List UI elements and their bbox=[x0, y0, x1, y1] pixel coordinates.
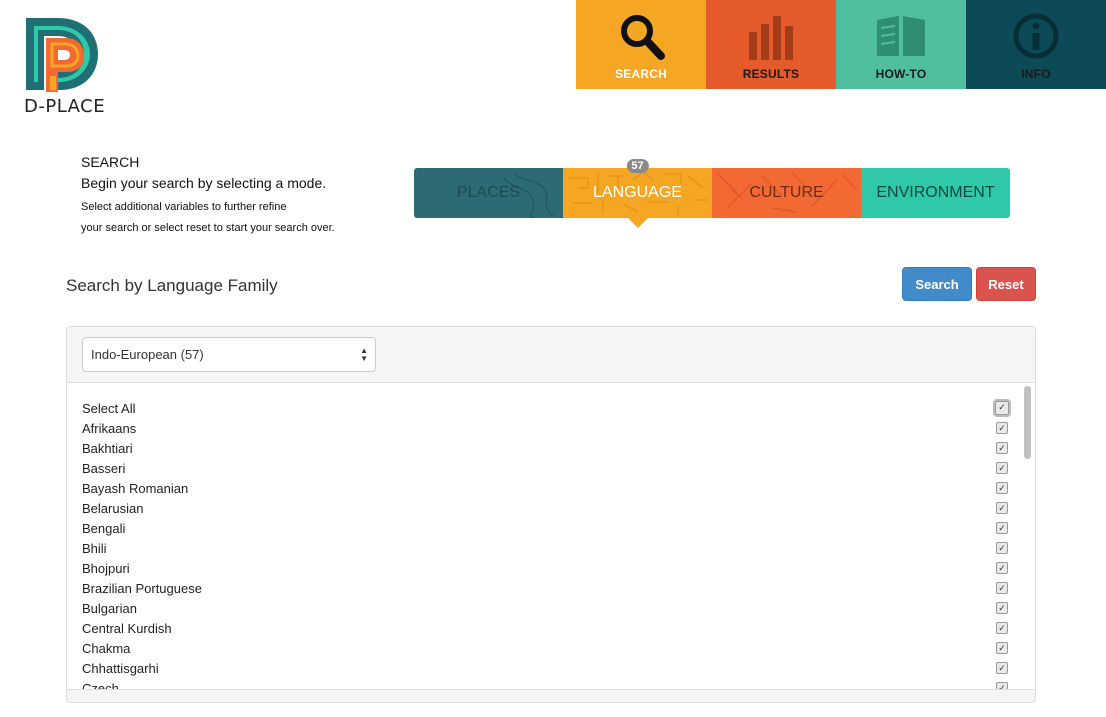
search-lead: Begin your search by selecting a mode. bbox=[81, 175, 327, 191]
panel-header: Indo-European (57) ▲ ▼ bbox=[67, 327, 1035, 383]
language-row[interactable]: Chhattisgarhi ✓ bbox=[82, 658, 1008, 678]
main-nav: SEARCH RESULTS HOW-TO INFO bbox=[576, 0, 1106, 89]
language-name: Chakma bbox=[82, 640, 131, 656]
language-row[interactable]: Bhojpuri ✓ bbox=[82, 558, 1008, 578]
language-name: Central Kurdish bbox=[82, 620, 172, 636]
tab-culture-label: CULTURE bbox=[749, 184, 824, 201]
language-name: Afrikaans bbox=[82, 420, 137, 436]
select-arrows-icon: ▲ ▼ bbox=[360, 346, 368, 363]
language-checkbox[interactable]: ✓ bbox=[996, 622, 1008, 634]
search-intro: SEARCH Begin your search by selecting a … bbox=[81, 154, 401, 239]
tab-environment[interactable]: ENVIRONMENT bbox=[861, 168, 1010, 218]
search-help-line-1: Select additional variables to further r… bbox=[81, 201, 287, 213]
language-name: Belarusian bbox=[82, 500, 144, 516]
search-button[interactable]: Search bbox=[902, 267, 972, 301]
language-name: Bengali bbox=[82, 520, 126, 536]
language-checkbox[interactable]: ✓ bbox=[996, 522, 1008, 534]
language-checkbox[interactable]: ✓ bbox=[996, 482, 1008, 494]
language-row[interactable]: Basseri ✓ bbox=[82, 458, 1008, 478]
select-all-label: Select All bbox=[82, 400, 136, 416]
language-checkbox[interactable]: ✓ bbox=[996, 582, 1008, 594]
language-family-select-value: Indo-European (57) bbox=[91, 347, 204, 362]
language-name: Bakhtiari bbox=[82, 440, 133, 456]
nav-how-to[interactable]: HOW-TO bbox=[836, 0, 966, 89]
tab-places-label: PLACES bbox=[456, 184, 521, 201]
language-row[interactable]: Brazilian Portuguese ✓ bbox=[82, 578, 1008, 598]
language-row[interactable]: Belarusian ✓ bbox=[82, 498, 1008, 518]
panel-footer bbox=[67, 689, 1035, 702]
d-place-logo[interactable]: D-PLACE bbox=[22, 16, 112, 117]
language-row[interactable]: Bakhtiari ✓ bbox=[82, 438, 1008, 458]
language-checkbox[interactable]: ✓ bbox=[996, 502, 1008, 514]
language-checkbox[interactable]: ✓ bbox=[996, 442, 1008, 454]
language-checkbox[interactable]: ✓ bbox=[996, 462, 1008, 474]
language-checkbox[interactable]: ✓ bbox=[996, 422, 1008, 434]
brand-name: D-PLACE bbox=[24, 96, 106, 117]
reset-button[interactable]: Reset bbox=[976, 267, 1036, 301]
language-row[interactable]: Bulgarian ✓ bbox=[82, 598, 1008, 618]
tab-environment-label: ENVIRONMENT bbox=[876, 184, 995, 201]
info-icon bbox=[1012, 12, 1060, 65]
bar-chart-icon bbox=[747, 12, 795, 65]
magnifier-icon bbox=[617, 12, 665, 65]
nav-results[interactable]: RESULTS bbox=[706, 0, 836, 89]
tab-culture[interactable]: CULTURE bbox=[712, 168, 861, 218]
language-family-select[interactable]: Indo-European (57) ▲ ▼ bbox=[82, 337, 376, 372]
language-checkbox[interactable]: ✓ bbox=[996, 542, 1008, 554]
language-row[interactable]: Central Kurdish ✓ bbox=[82, 618, 1008, 638]
list-scrollbar[interactable] bbox=[1024, 386, 1032, 686]
nav-info[interactable]: INFO bbox=[966, 0, 1106, 89]
language-row[interactable]: Chakma ✓ bbox=[82, 638, 1008, 658]
language-name: Bhojpuri bbox=[82, 560, 130, 576]
search-mode-tabs: PLACES 57 LANGUAGE CULTURE ENVIRONMENT bbox=[414, 159, 1010, 228]
language-checkbox[interactable]: ✓ bbox=[996, 602, 1008, 614]
tab-language-label: LANGUAGE bbox=[593, 184, 682, 201]
nav-info-label: INFO bbox=[1021, 67, 1051, 81]
select-all-checkbox[interactable]: ✓ bbox=[993, 399, 1011, 417]
language-name: Basseri bbox=[82, 460, 126, 476]
tab-places[interactable]: PLACES bbox=[414, 168, 563, 218]
language-list: Select All ✓ Afrikaans ✓ Bakhtiari ✓ Basseri ✓ B… bbox=[82, 398, 1011, 690]
language-row[interactable]: Bhili ✓ bbox=[82, 538, 1008, 558]
language-name: Bayash Romanian bbox=[82, 480, 189, 496]
language-family-panel: Indo-European (57) ▲ ▼ Select All ✓ Afrikaa… bbox=[66, 326, 1036, 703]
nav-how-to-label: HOW-TO bbox=[875, 67, 927, 81]
tab-language[interactable]: 57 LANGUAGE bbox=[563, 159, 712, 228]
select-all-row[interactable]: Select All ✓ bbox=[82, 398, 1011, 418]
language-row[interactable]: Bengali ✓ bbox=[82, 518, 1008, 538]
search-help-line-2: your search or select reset to start you… bbox=[81, 222, 335, 234]
language-checkbox[interactable]: ✓ bbox=[996, 642, 1008, 654]
language-name: Chhattisgarhi bbox=[82, 660, 159, 676]
language-list-container[interactable]: Select All ✓ Afrikaans ✓ Bakhtiari ✓ Basseri ✓ B… bbox=[67, 384, 1035, 690]
nav-search-label: SEARCH bbox=[615, 67, 667, 81]
language-count-badge: 57 bbox=[626, 159, 649, 173]
nav-results-label: RESULTS bbox=[742, 67, 800, 81]
book-icon bbox=[875, 12, 927, 65]
language-name: Bulgarian bbox=[82, 600, 137, 616]
language-row[interactable]: Bayash Romanian ✓ bbox=[82, 478, 1008, 498]
language-name: Bhili bbox=[82, 540, 107, 556]
language-name: Brazilian Portuguese bbox=[82, 580, 202, 596]
logo-mark bbox=[26, 18, 98, 92]
language-checkbox[interactable]: ✓ bbox=[996, 662, 1008, 674]
active-tab-pointer bbox=[627, 218, 648, 228]
language-row[interactable]: Afrikaans ✓ bbox=[82, 418, 1008, 438]
section-heading: Search by Language Family bbox=[66, 276, 278, 295]
language-checkbox[interactable]: ✓ bbox=[996, 562, 1008, 574]
scrollbar-thumb[interactable] bbox=[1024, 386, 1031, 459]
nav-search[interactable]: SEARCH bbox=[576, 0, 706, 89]
search-title: SEARCH bbox=[81, 154, 140, 170]
